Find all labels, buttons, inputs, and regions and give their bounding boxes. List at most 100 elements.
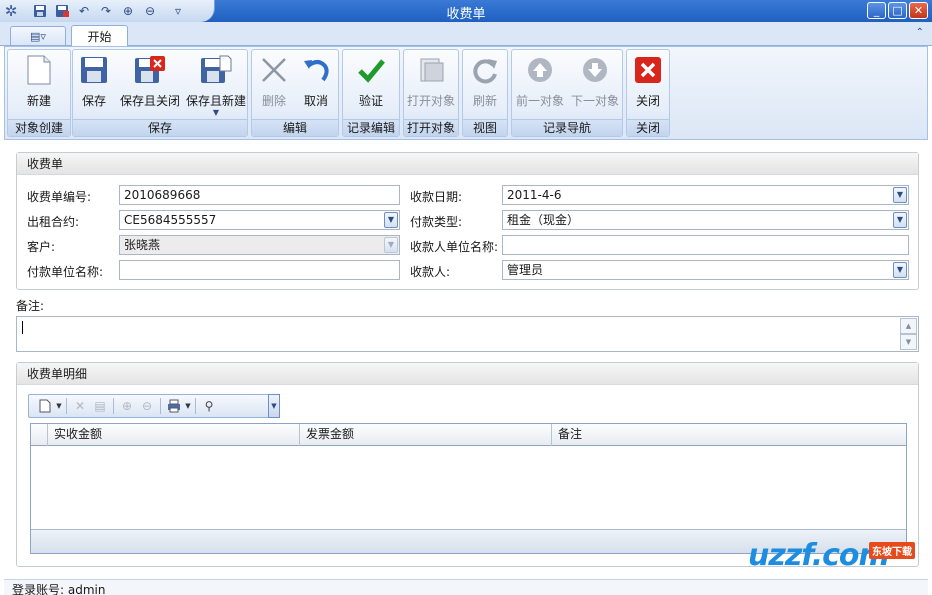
contract-value: CE5684555557 xyxy=(124,213,217,227)
column-header[interactable]: 发票金额 xyxy=(300,424,552,446)
receipt-no-label: 收费单编号: xyxy=(27,190,92,204)
login-account: 登录账号: admin xyxy=(12,583,106,595)
watermark-text: uzzf.com xyxy=(748,538,890,573)
ribbon-collapse-icon[interactable]: ⌃ xyxy=(916,27,924,38)
chevron-down-icon[interactable]: ▼ xyxy=(893,187,907,203)
group-create-label: 对象创建 xyxy=(8,119,70,136)
group-open-label: 打开对象 xyxy=(404,119,458,136)
group-view-label: 视图 xyxy=(463,119,507,136)
column-header[interactable]: 备注 xyxy=(552,424,906,446)
next-object-button[interactable]: 下一对象 xyxy=(569,54,621,118)
new-button[interactable]: 新建 xyxy=(8,54,70,118)
group-edit: 删除 取消 编辑 xyxy=(251,49,339,137)
date-label: 收款日期: xyxy=(410,190,463,204)
ribbon-tab-row: ▤▿ 开始 ⌃ xyxy=(0,22,932,46)
cancel-label: 取消 xyxy=(303,94,328,108)
close-label: 关闭 xyxy=(635,94,660,108)
chevron-down-icon[interactable]: ▼ xyxy=(55,402,63,410)
date-field[interactable]: 2011-4-6 ▼ xyxy=(502,185,909,205)
next-object-label: 下一对象 xyxy=(570,94,619,108)
close-button[interactable]: 关闭 xyxy=(627,54,669,118)
chevron-down-icon[interactable]: ▼ xyxy=(384,237,398,253)
group-close: 关闭 关闭 xyxy=(626,49,670,137)
payer-org-field[interactable] xyxy=(119,260,400,280)
move-up-icon[interactable]: ⊕ xyxy=(117,397,137,415)
payer-org-label: 付款单位名称: xyxy=(27,265,104,279)
chevron-down-icon[interactable]: ▼ xyxy=(213,109,219,117)
payee-org-label: 收款人单位名称: xyxy=(410,240,499,254)
minimize-button[interactable]: _ xyxy=(867,2,886,19)
payee-select[interactable]: 管理员 ▼ xyxy=(502,260,909,280)
group-edit-label: 编辑 xyxy=(252,119,338,136)
pay-type-value: 租金（现金） xyxy=(507,213,580,227)
group-create: 新建 对象创建 xyxy=(7,49,71,137)
close-window-button[interactable]: ✕ xyxy=(909,2,928,19)
tab-menu[interactable]: ▤▿ xyxy=(10,26,66,45)
open-object-icon xyxy=(415,54,447,86)
chevron-down-icon[interactable]: ▼ xyxy=(893,212,907,228)
new-row-icon[interactable] xyxy=(35,397,55,415)
tab-start[interactable]: 开始 xyxy=(71,25,128,46)
refresh-button[interactable]: 刷新 xyxy=(463,54,507,118)
maximize-button[interactable]: □ xyxy=(888,2,907,19)
receipt-section-title: 收费单 xyxy=(17,153,918,175)
details-section-title: 收费单明细 xyxy=(17,363,918,385)
print-icon[interactable] xyxy=(164,397,184,415)
edit-row-icon[interactable]: ▤ xyxy=(90,397,110,415)
watermark-badge: 东坡下载 xyxy=(869,542,915,559)
cancel-button[interactable]: 取消 xyxy=(296,54,336,118)
receipt-no-field[interactable]: 2010689668 xyxy=(119,185,400,205)
chevron-down-icon[interactable]: ▼ xyxy=(184,402,192,410)
chevron-down-icon[interactable]: ▼ xyxy=(384,212,398,228)
new-label: 新建 xyxy=(26,94,51,108)
undo-arrow-icon xyxy=(300,54,332,86)
validate-label: 验证 xyxy=(358,94,383,108)
refresh-icon xyxy=(469,54,501,86)
group-nav: 前一对象 下一对象 记录导航 xyxy=(511,49,623,137)
group-validate: 验证 记录编辑 xyxy=(342,49,400,137)
window-title: 收费单 xyxy=(446,7,486,22)
group-view: 刷新 视图 xyxy=(462,49,508,137)
pay-type-select[interactable]: 租金（现金） ▼ xyxy=(502,210,909,230)
delete-icon xyxy=(258,54,290,86)
group-nav-label: 记录导航 xyxy=(512,119,622,136)
customer-value: 张晓燕 xyxy=(124,238,161,252)
contract-select[interactable]: CE5684555557 ▼ xyxy=(119,210,400,230)
save-button[interactable]: 保存 xyxy=(73,54,115,118)
group-close-label: 关闭 xyxy=(627,119,669,136)
prev-object-button[interactable]: 前一对象 xyxy=(514,54,566,118)
open-object-button[interactable]: 打开对象 xyxy=(404,54,458,118)
save-close-label: 保存且关闭 xyxy=(119,94,180,108)
remark-scrollbar[interactable]: ▲ ▼ xyxy=(900,318,917,350)
delete-label: 删除 xyxy=(261,94,286,108)
delete-button[interactable]: 删除 xyxy=(254,54,294,118)
floppy-new-icon xyxy=(200,54,232,86)
status-bar: 登录账号: admin xyxy=(4,579,928,595)
group-open: 打开对象 打开对象 xyxy=(403,49,459,137)
down-arrow-icon xyxy=(579,54,611,86)
scroll-up-icon[interactable]: ▲ xyxy=(900,318,917,334)
validate-button[interactable]: 验证 xyxy=(343,54,399,118)
row-indicator-header xyxy=(31,424,48,446)
search-icon[interactable]: ⚲ xyxy=(199,397,219,415)
save-close-button[interactable]: 保存且关闭 xyxy=(117,54,183,118)
chevron-down-icon[interactable]: ▼ xyxy=(893,262,907,278)
prev-object-label: 前一对象 xyxy=(515,94,564,108)
scroll-down-icon[interactable]: ▼ xyxy=(900,334,917,350)
floppy-close-icon xyxy=(134,54,166,86)
move-down-icon[interactable]: ⊖ xyxy=(137,397,157,415)
remark-textarea[interactable]: ▲ ▼ xyxy=(16,316,919,352)
new-document-icon xyxy=(23,54,55,86)
delete-row-icon[interactable]: ✕ xyxy=(70,397,90,415)
column-header[interactable]: 实收金额 xyxy=(48,424,300,446)
payee-org-field[interactable] xyxy=(502,235,909,255)
save-new-button[interactable]: 保存且新建 ▼ xyxy=(185,54,247,118)
payee-label: 收款人: xyxy=(410,265,451,279)
title-bar: ✲ ↶ ↷ ⊕ ⊖ ▿ 收费单 _ □ ✕ xyxy=(0,0,932,22)
toolbar-overflow-icon[interactable]: ▼ xyxy=(268,394,280,418)
close-icon xyxy=(632,54,664,86)
group-save-label: 保存 xyxy=(73,119,247,136)
details-toolbar: ▼ ✕ ▤ ⊕ ⊖ ▼ ⚲ ▼ xyxy=(28,394,280,418)
customer-select[interactable]: 张晓燕 ▼ xyxy=(119,235,400,255)
checkmark-icon xyxy=(355,54,387,86)
